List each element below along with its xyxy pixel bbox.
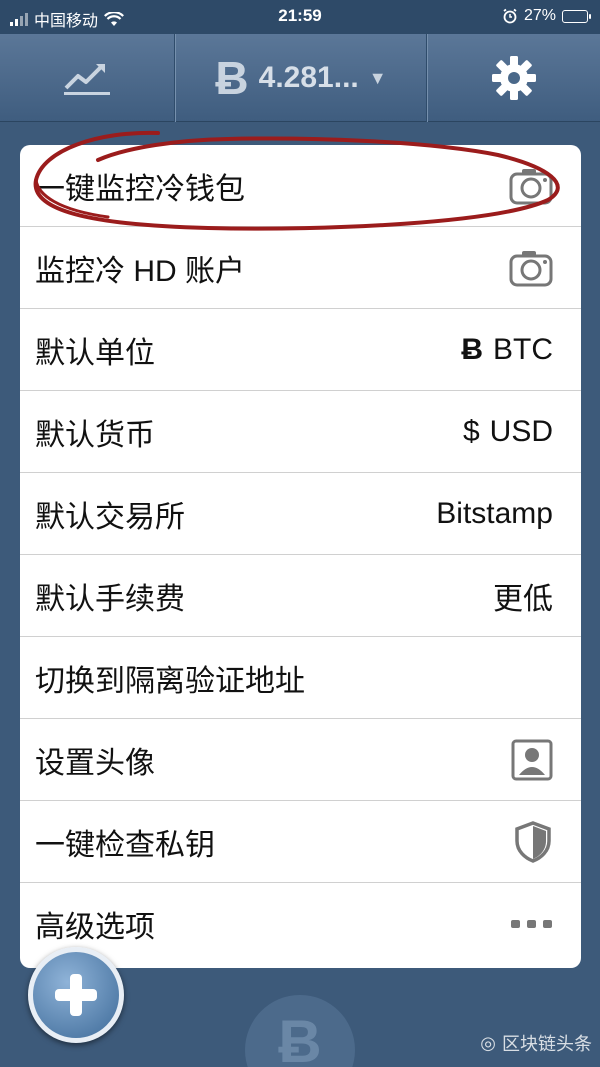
menu-item-label: 一键监控冷钱包 [35, 172, 245, 206]
watermark: ◎ 区块链头条 [480, 1030, 592, 1056]
menu-item-advanced-options[interactable]: 高级选项 [20, 883, 581, 965]
menu-item-default-unit[interactable]: 默认单位 Ƀ BTC [20, 309, 581, 391]
menu-item-label: 默认单位 [35, 336, 155, 370]
plus-icon [55, 974, 97, 1016]
menu-item-label: 默认手续费 [35, 582, 185, 616]
camera-icon [509, 249, 553, 287]
menu-item-set-avatar[interactable]: 设置头像 [20, 719, 581, 801]
bitcoin-icon: Ƀ [215, 52, 249, 104]
menu-item-default-exchange[interactable]: 默认交易所 Bitstamp [20, 473, 581, 555]
fee-value: 更低 [493, 582, 553, 616]
add-button[interactable] [28, 947, 124, 1043]
menu-item-label: 高级选项 [35, 911, 155, 944]
more-dots-icon [511, 919, 553, 929]
menu-item-segwit-address[interactable]: 切换到隔离验证地址 [20, 637, 581, 719]
menu-item-check-private-key[interactable]: 一键检查私钥 [20, 801, 581, 883]
shield-icon [513, 820, 553, 864]
menu-item-label: 默认交易所 [35, 500, 185, 534]
menu-item-value: Ƀ BTC [461, 333, 553, 367]
camera-icon [509, 167, 553, 205]
menu-item-label: 一键检查私钥 [35, 828, 215, 862]
menu-item-default-currency[interactable]: 默认货币 $ USD [20, 391, 581, 473]
wallet-balance: 4.281... [258, 61, 359, 94]
chevron-down-icon: ▼ [368, 67, 387, 88]
exchange-value: Bitstamp [436, 496, 553, 530]
alarm-icon [503, 8, 517, 24]
menu-item-label: 默认货币 [35, 418, 155, 452]
menu-item-watch-hd-account[interactable]: 监控冷 HD 账户 [20, 227, 581, 309]
battery-icon [562, 9, 591, 23]
menu-item-label: 设置头像 [35, 746, 155, 780]
top-toolbar: Ƀ 4.281... ▼ [0, 34, 600, 122]
wechat-icon: ◎ [480, 1032, 496, 1053]
bitcoin-icon: Ƀ [461, 332, 483, 366]
menu-item-default-fee[interactable]: 默认手续费 更低 [20, 555, 581, 637]
menu-item-value: $ USD [463, 415, 553, 449]
chart-button[interactable] [0, 34, 175, 122]
gear-icon [492, 56, 536, 100]
avatar-icon [511, 739, 553, 781]
watermark-text: 区块链头条 [502, 1034, 592, 1054]
bitcoin-coin-icon[interactable]: Ƀ [245, 995, 355, 1067]
dollar-icon: $ [462, 414, 480, 448]
menu-item-watch-cold-wallet[interactable]: 一键监控冷钱包 [20, 145, 581, 227]
currency-value: USD [489, 414, 553, 448]
trend-chart-icon [64, 64, 110, 95]
unit-value: BTC [493, 332, 553, 366]
menu-item-label: 切换到隔离验证地址 [35, 664, 305, 698]
status-right: 27% [502, 7, 591, 25]
menu-item-label: 监控冷 HD 账户 [35, 254, 245, 288]
settings-menu: 一键监控冷钱包 监控冷 HD 账户 默认单位 Ƀ BTC 默认货币 $ USD … [20, 145, 581, 968]
status-bar: 中国移动 21:59 27% [0, 0, 600, 34]
battery-percent: 27% [523, 7, 556, 24]
settings-button[interactable] [427, 34, 600, 122]
wallet-selector[interactable]: Ƀ 4.281... ▼ [175, 34, 427, 122]
